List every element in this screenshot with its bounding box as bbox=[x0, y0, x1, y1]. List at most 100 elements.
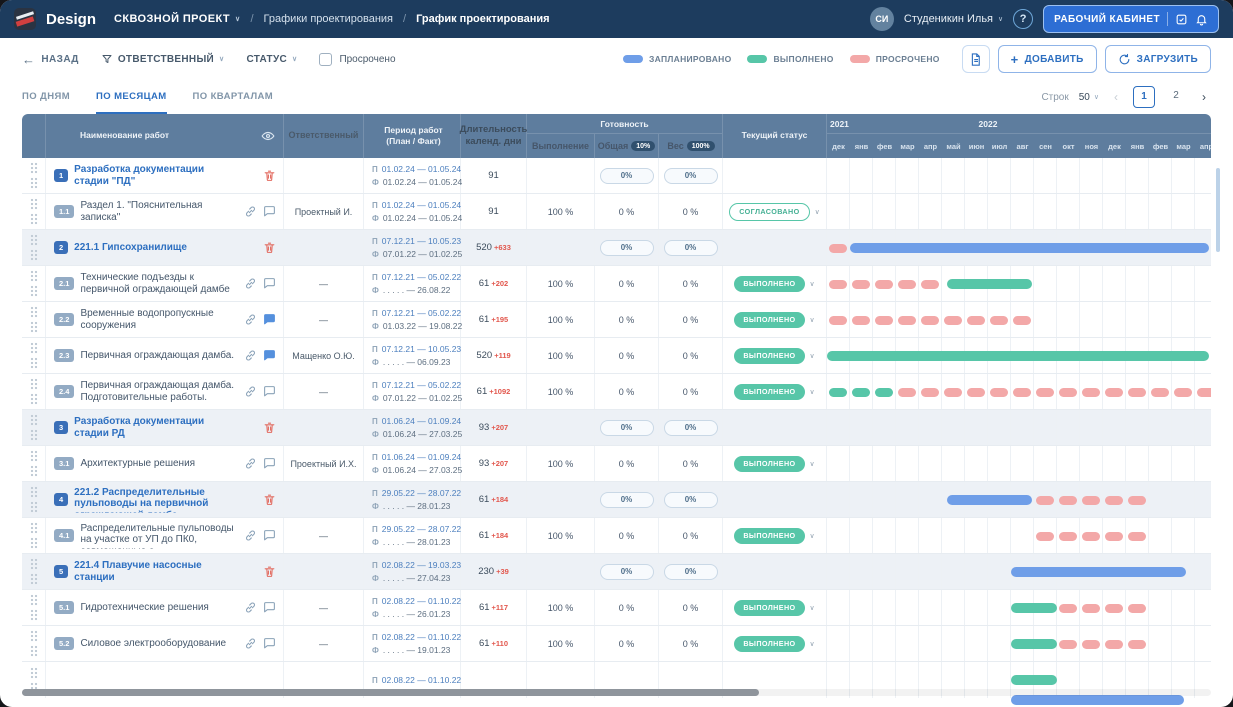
comment-icon[interactable] bbox=[263, 601, 276, 614]
vertical-scrollbar[interactable] bbox=[1216, 168, 1220, 252]
trash-icon[interactable] bbox=[263, 565, 276, 578]
chevron-down-icon[interactable]: ∨ bbox=[810, 604, 815, 612]
drag-handle[interactable] bbox=[22, 302, 46, 337]
chevron-down-icon[interactable]: ∨ bbox=[810, 460, 815, 468]
responsible-filter[interactable]: ОТВЕТСТВЕННЫЙ ∨ bbox=[101, 53, 225, 65]
back-button[interactable]: ← НАЗАД bbox=[22, 52, 79, 67]
status-pill[interactable]: ВЫПОЛНЕНО bbox=[734, 599, 805, 616]
comment-icon[interactable] bbox=[263, 457, 276, 470]
link-icon[interactable] bbox=[244, 313, 257, 326]
project-selector[interactable]: СКВОЗНОЙ ПРОЕКТ ∨ bbox=[114, 13, 240, 25]
drag-handle[interactable] bbox=[22, 410, 46, 445]
status-pill[interactable]: СОГЛАСОВАНО bbox=[729, 202, 810, 221]
gantt-bar-done[interactable] bbox=[1011, 675, 1057, 685]
work-name[interactable]: 221.2 Распределительные пульповоды на пе… bbox=[74, 487, 239, 513]
drag-handle[interactable] bbox=[22, 590, 46, 625]
gantt-bar-planned[interactable] bbox=[850, 243, 1209, 253]
comment-icon[interactable] bbox=[263, 205, 276, 218]
chevron-down-icon[interactable]: ∨ bbox=[810, 316, 815, 324]
drag-handle[interactable] bbox=[22, 518, 46, 553]
link-icon[interactable] bbox=[244, 457, 257, 470]
drag-handle[interactable] bbox=[22, 194, 46, 229]
link-icon[interactable] bbox=[244, 349, 257, 362]
trash-icon[interactable] bbox=[263, 241, 276, 254]
trash-icon[interactable] bbox=[263, 493, 276, 506]
work-name[interactable]: 221.4 Плавучие насосные станции bbox=[74, 560, 239, 584]
trash-icon[interactable] bbox=[263, 169, 276, 182]
status-pill[interactable]: ВЫПОЛНЕНО bbox=[734, 635, 805, 652]
bell-icon[interactable] bbox=[1195, 13, 1208, 26]
user-menu[interactable]: Студеникин Илья ∨ bbox=[904, 13, 1003, 25]
comment-icon[interactable] bbox=[263, 529, 276, 542]
tab-by-months[interactable]: ПО МЕСЯЦАМ bbox=[96, 80, 167, 114]
drag-handle[interactable] bbox=[22, 446, 46, 481]
status-pill[interactable]: ВЫПОЛНЕНО bbox=[734, 527, 805, 544]
drag-handle[interactable] bbox=[22, 482, 46, 517]
status-filter[interactable]: СТАТУС ∨ bbox=[246, 54, 297, 65]
overdue-checkbox[interactable]: Просрочено bbox=[319, 52, 396, 66]
workspace-button[interactable]: РАБОЧИЙ КАБИНЕТ bbox=[1043, 5, 1219, 33]
drag-handle[interactable] bbox=[22, 266, 46, 301]
prev-page-button[interactable]: ‹ bbox=[1109, 90, 1123, 104]
work-name[interactable]: Разработка документации стадии РД bbox=[74, 416, 239, 440]
next-page-button[interactable]: › bbox=[1197, 90, 1211, 104]
status-pill[interactable]: ВЫПОЛНЕНО bbox=[734, 383, 805, 400]
comment-icon[interactable] bbox=[263, 277, 276, 290]
responsible-cell: — bbox=[284, 518, 364, 553]
comment-icon-active[interactable] bbox=[263, 349, 276, 362]
gantt-dash-overdue bbox=[1105, 639, 1123, 649]
comment-icon[interactable] bbox=[263, 637, 276, 650]
drag-handle[interactable] bbox=[22, 374, 46, 409]
drag-handle[interactable] bbox=[22, 554, 46, 589]
chevron-down-icon[interactable]: ∨ bbox=[810, 280, 815, 288]
export-document-button[interactable] bbox=[961, 45, 990, 73]
gantt-bar-done[interactable] bbox=[1011, 639, 1057, 649]
add-button[interactable]: + ДОБАВИТЬ bbox=[997, 45, 1097, 73]
chevron-down-icon[interactable]: ∨ bbox=[815, 208, 820, 216]
status-pill[interactable]: ВЫПОЛНЕНО bbox=[734, 275, 805, 292]
chevron-down-icon[interactable]: ∨ bbox=[810, 352, 815, 360]
link-icon[interactable] bbox=[244, 385, 257, 398]
tab-by-days[interactable]: ПО ДНЯМ bbox=[22, 80, 70, 114]
weight-cell: 0% bbox=[659, 158, 723, 193]
drag-handle[interactable] bbox=[22, 338, 46, 373]
status-pill[interactable]: ВЫПОЛНЕНО bbox=[734, 347, 805, 364]
trash-icon[interactable] bbox=[263, 421, 276, 434]
chevron-down-icon[interactable]: ∨ bbox=[810, 532, 815, 540]
gantt-bar-planned[interactable] bbox=[946, 495, 1032, 505]
link-icon[interactable] bbox=[244, 205, 257, 218]
avatar[interactable]: СИ bbox=[869, 7, 894, 31]
work-name[interactable]: 221.1 Гипсохранилище bbox=[74, 242, 239, 254]
status-pill[interactable]: ВЫПОЛНЕНО bbox=[734, 455, 805, 472]
gantt-bar-done[interactable] bbox=[1011, 603, 1057, 613]
breadcrumb-section[interactable]: Графики проектирования bbox=[264, 13, 393, 25]
comment-icon-active[interactable] bbox=[263, 313, 276, 326]
weight-cell: 0 % bbox=[659, 626, 723, 661]
gantt-bar-done[interactable] bbox=[827, 351, 1209, 361]
chevron-down-icon[interactable]: ∨ bbox=[810, 640, 815, 648]
gantt-bar-planned[interactable] bbox=[1011, 567, 1186, 577]
drag-handle[interactable] bbox=[22, 230, 46, 265]
help-button[interactable]: ? bbox=[1013, 9, 1034, 29]
tab-by-quarters[interactable]: ПО КВАРТАЛАМ bbox=[193, 80, 274, 114]
checkbox-box[interactable] bbox=[319, 52, 333, 66]
page-button-2[interactable]: 2 bbox=[1165, 86, 1187, 108]
link-icon[interactable] bbox=[244, 277, 257, 290]
link-icon[interactable] bbox=[244, 529, 257, 542]
drag-handle[interactable] bbox=[22, 626, 46, 661]
status-pill[interactable]: ВЫПОЛНЕНО bbox=[734, 311, 805, 328]
page-button-1[interactable]: 1 bbox=[1133, 86, 1155, 108]
drag-handle[interactable] bbox=[22, 158, 46, 193]
eye-icon[interactable] bbox=[261, 129, 275, 143]
gantt-bar-done[interactable] bbox=[946, 279, 1032, 289]
horizontal-scrollbar-thumb[interactable] bbox=[22, 689, 760, 696]
horizontal-scrollbar[interactable] bbox=[22, 689, 1211, 696]
load-button[interactable]: ЗАГРУЗИТЬ bbox=[1104, 45, 1211, 73]
rows-per-page-select[interactable]: 50 ∨ bbox=[1079, 92, 1099, 103]
work-name[interactable]: Разработка документации стадии "ПД" bbox=[74, 164, 239, 188]
chevron-down-icon[interactable]: ∨ bbox=[810, 388, 815, 396]
comment-icon[interactable] bbox=[263, 385, 276, 398]
task-check-icon[interactable] bbox=[1175, 13, 1188, 26]
link-icon[interactable] bbox=[244, 601, 257, 614]
link-icon[interactable] bbox=[244, 637, 257, 650]
